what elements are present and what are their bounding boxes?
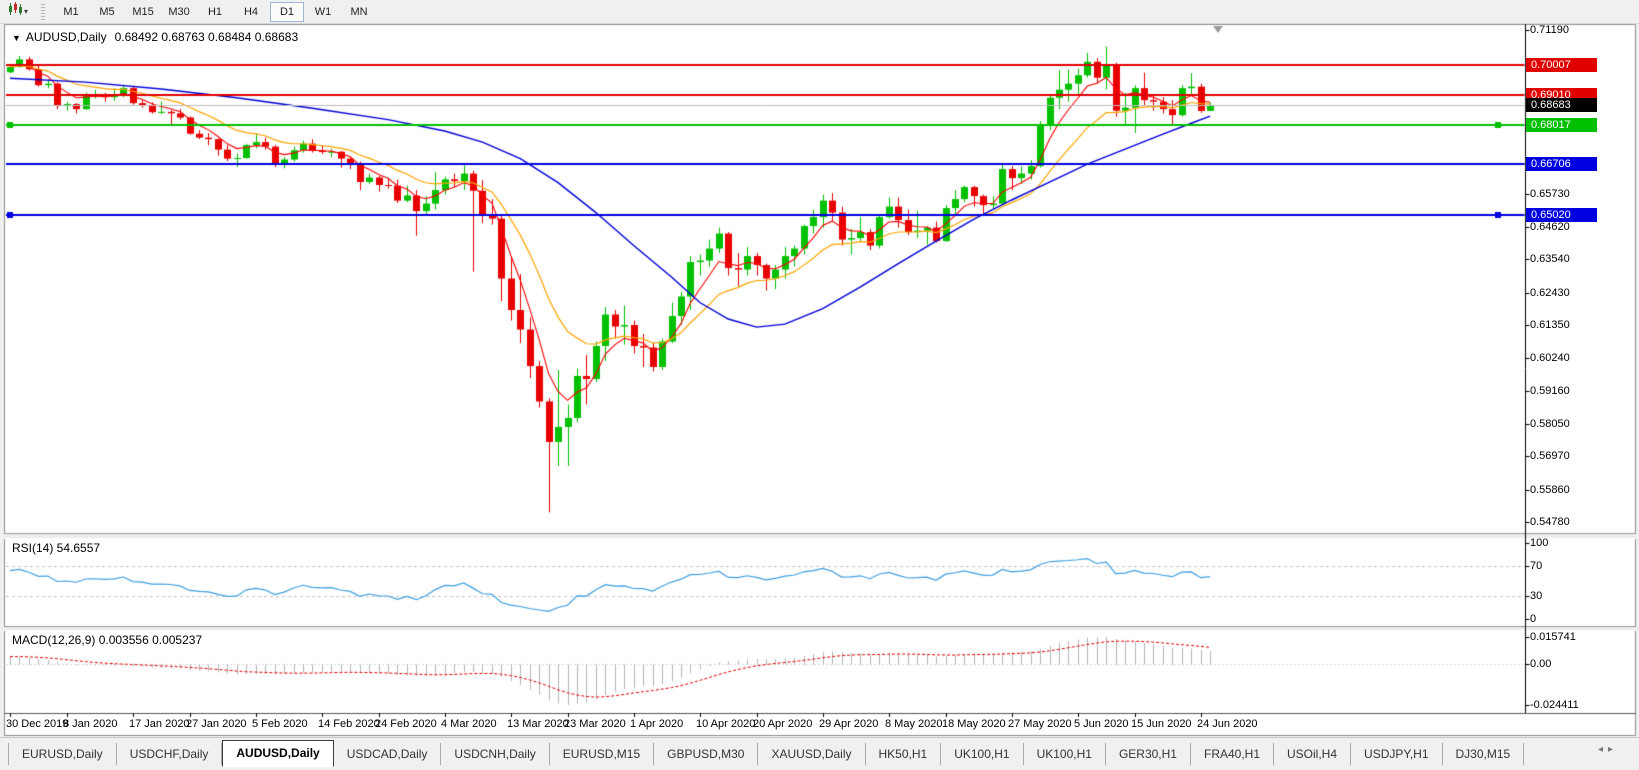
price-tick-label: 0.55860 — [1530, 484, 1570, 496]
date-tick-label: 15 Jun 2020 — [1131, 718, 1192, 730]
chart-tab-usdjpy-h1[interactable]: USDJPY,H1 — [1351, 743, 1442, 765]
price-tick-label: 0.54780 — [1530, 516, 1570, 528]
hline-price-label[interactable]: 0.70007 — [1526, 58, 1597, 72]
hline-price-label[interactable]: 0.68017 — [1526, 118, 1597, 132]
chart-tab-bar: EURUSD,DailyUSDCHF,DailyAUDUSD,DailyUSDC… — [0, 737, 1639, 767]
chart-tab-usdchf-daily[interactable]: USDCHF,Daily — [117, 743, 223, 765]
date-tick-label: 14 Feb 2020 — [318, 718, 380, 730]
timeframe-button-m15[interactable]: M15 — [126, 2, 160, 22]
date-tick-label: 5 Feb 2020 — [252, 718, 308, 730]
timeframe-button-m5[interactable]: M5 — [90, 2, 124, 22]
date-tick-label: 8 Jan 2020 — [63, 718, 117, 730]
chart-tab-eurusd-m15[interactable]: EURUSD,M15 — [550, 743, 654, 765]
chart-tab-hk50-h1[interactable]: HK50,H1 — [866, 743, 942, 765]
timeframe-button-h1[interactable]: H1 — [198, 2, 232, 22]
chart-title: ▼ AUDUSD,Daily 0.68492 0.68763 0.68484 0.6… — [12, 30, 298, 44]
timeframes-toolbar: ▾ M1M5M15M30H1H4D1W1MN — [0, 0, 1639, 24]
chart-ohlc-values: 0.68492 0.68763 0.68484 0.68683 — [115, 30, 299, 44]
date-tick-label: 4 Mar 2020 — [441, 718, 497, 730]
date-tick-label: 10 Apr 2020 — [696, 718, 755, 730]
chart-tab-uk100-h1[interactable]: UK100,H1 — [941, 743, 1023, 765]
date-tick-label: 20 Apr 2020 — [753, 718, 812, 730]
chart-tab-fra40-h1[interactable]: FRA40,H1 — [1191, 743, 1274, 765]
chevron-down-icon: ▾ — [24, 7, 28, 16]
chart-canvas[interactable] — [0, 0, 1639, 770]
toolbar-drag-handle[interactable] — [41, 4, 45, 20]
chart-type-button[interactable]: ▾ — [5, 1, 31, 22]
chart-tab-gbpusd-m30[interactable]: GBPUSD,M30 — [654, 743, 758, 765]
timeframe-button-mn[interactable]: MN — [342, 2, 376, 22]
timeframe-button-h4[interactable]: H4 — [234, 2, 268, 22]
date-tick-label: 29 Apr 2020 — [819, 718, 878, 730]
date-tick-label: 23 Mar 2020 — [564, 718, 626, 730]
tabbar-scroll-left-icon[interactable]: ◂ — [1598, 744, 1608, 755]
timeframe-button-m30[interactable]: M30 — [162, 2, 196, 22]
timeframe-button-w1[interactable]: W1 — [306, 2, 340, 22]
price-tick-label: 0.63540 — [1530, 253, 1570, 265]
price-tick-label: 0.58050 — [1530, 418, 1570, 430]
chart-symbol-period: AUDUSD,Daily — [26, 30, 107, 44]
chart-tab-uk100-h1[interactable]: UK100,H1 — [1024, 743, 1106, 765]
macd-indicator-label: MACD(12,26,9) 0.003556 0.005237 — [12, 633, 202, 647]
date-tick-label: 1 Apr 2020 — [630, 718, 683, 730]
price-tick-label: 0.65730 — [1530, 188, 1570, 200]
chart-tab-usdcad-daily[interactable]: USDCAD,Daily — [334, 743, 442, 765]
chart-tab-usdcnh-daily[interactable]: USDCNH,Daily — [441, 743, 549, 765]
price-tick-label: 0.62430 — [1530, 287, 1570, 299]
rsi-indicator-label: RSI(14) 54.6557 — [12, 541, 100, 555]
date-tick-label: 27 Jan 2020 — [186, 718, 247, 730]
chart-tab-dj30-m15[interactable]: DJ30,M15 — [1443, 743, 1525, 765]
date-tick-label: 13 Mar 2020 — [507, 718, 569, 730]
chart-tab-audusd-daily[interactable]: AUDUSD,Daily — [222, 740, 333, 767]
price-tick-label: 0.61350 — [1530, 319, 1570, 331]
price-tick-label: 0.56970 — [1530, 450, 1570, 462]
rsi-scale-label: 30 — [1530, 590, 1542, 602]
candlestick-chart-icon — [8, 2, 22, 21]
tabbar-nav: ◂▸ — [1598, 744, 1618, 755]
price-tick-label: 0.59160 — [1530, 385, 1570, 397]
macd-scale-bottom: -0.024411 — [1530, 699, 1579, 711]
chart-tab-usoil-h4[interactable]: USOil,H4 — [1274, 743, 1351, 765]
tabbar-scroll-right-icon[interactable]: ▸ — [1608, 744, 1618, 755]
price-tick-label: 0.60240 — [1530, 352, 1570, 364]
rsi-scale-label: 0 — [1530, 613, 1536, 625]
price-tick-label: 0.71190 — [1530, 24, 1569, 36]
bid-price-label: 0.68683 — [1526, 98, 1597, 112]
rsi-scale-label: 70 — [1530, 560, 1542, 572]
macd-scale-zero: 0.00 — [1530, 658, 1551, 670]
date-tick-label: 17 Jan 2020 — [129, 718, 190, 730]
chart-tab-ger30-h1[interactable]: GER30,H1 — [1106, 743, 1191, 765]
date-tick-label: 8 May 2020 — [885, 718, 942, 730]
hline-price-label[interactable]: 0.65020 — [1526, 208, 1597, 222]
timeframe-buttons: M1M5M15M30H1H4D1W1MN — [53, 2, 377, 22]
macd-scale-top: 0.015741 — [1530, 631, 1576, 643]
price-tick-label: 0.64620 — [1530, 221, 1570, 233]
date-tick-label: 18 May 2020 — [942, 718, 1006, 730]
chart-tab-xauusd-daily[interactable]: XAUUSD,Daily — [758, 743, 865, 765]
rsi-scale-label: 100 — [1530, 537, 1548, 549]
date-tick-label: 5 Jun 2020 — [1074, 718, 1128, 730]
collapse-triangle-icon[interactable]: ▼ — [12, 33, 21, 43]
chart-tab-eurusd-daily[interactable]: EURUSD,Daily — [8, 743, 117, 765]
date-tick-label: 24 Jun 2020 — [1197, 718, 1258, 730]
date-tick-label: 27 May 2020 — [1008, 718, 1072, 730]
timeframe-button-m1[interactable]: M1 — [54, 2, 88, 22]
date-tick-label: 30 Dec 2019 — [6, 718, 68, 730]
timeframe-button-d1[interactable]: D1 — [270, 2, 304, 22]
hline-price-label[interactable]: 0.66706 — [1526, 157, 1597, 171]
date-tick-label: 24 Feb 2020 — [375, 718, 437, 730]
